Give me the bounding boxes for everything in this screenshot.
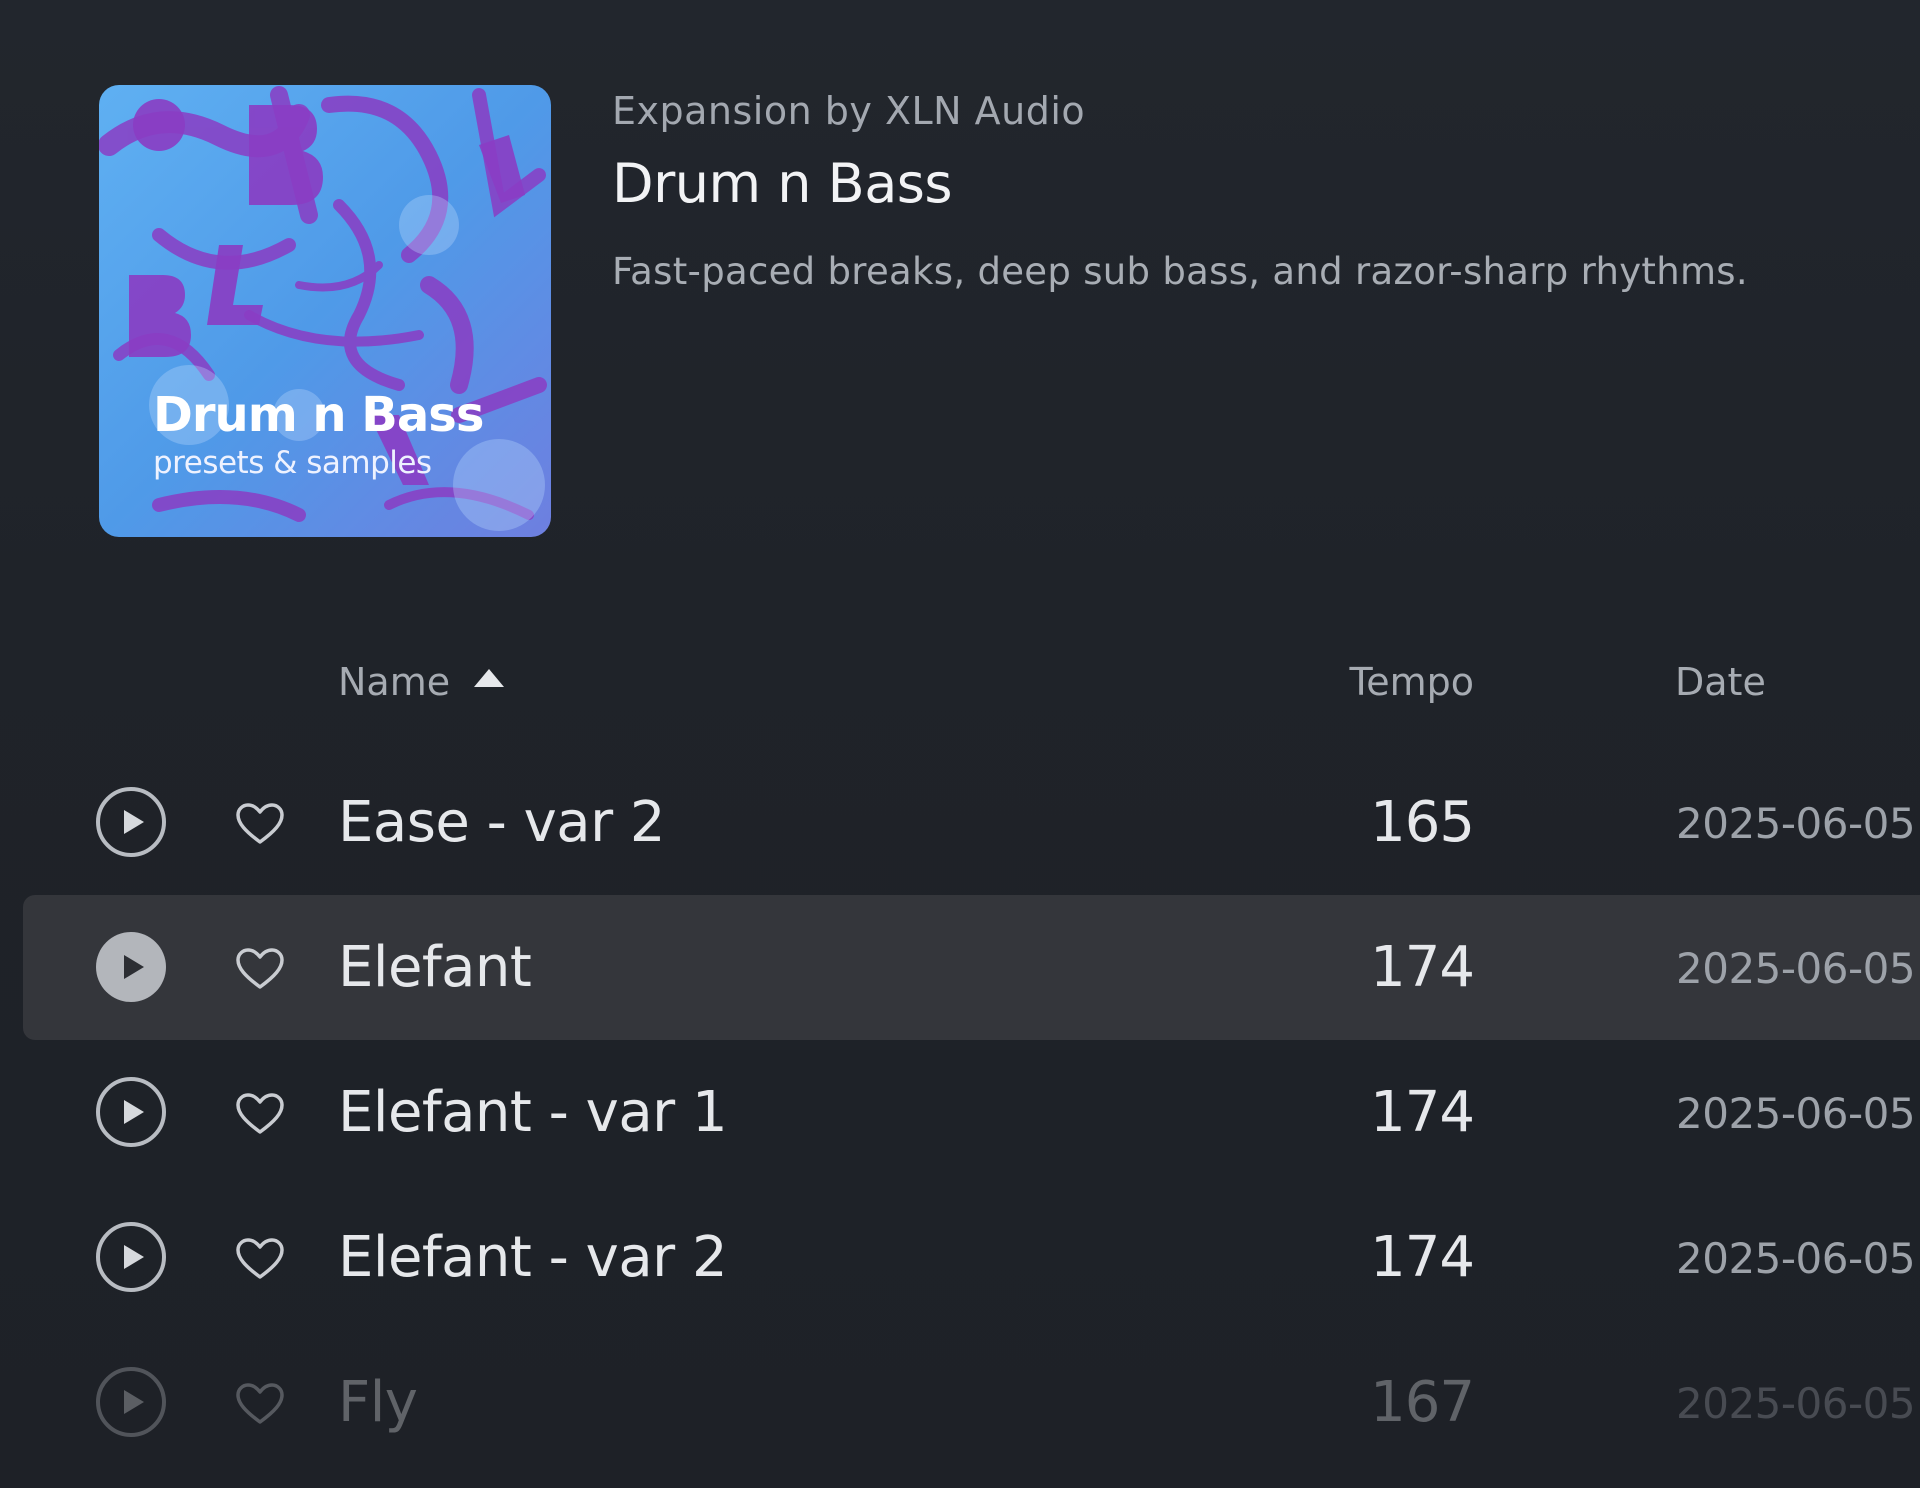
track-tempo: 174 bbox=[1370, 1225, 1475, 1290]
play-outline-icon[interactable] bbox=[95, 1366, 167, 1438]
artwork-title: Drum n Bass bbox=[153, 387, 484, 443]
table-row[interactable]: Elefant - var 2 174 2025-06-05 bbox=[0, 1185, 1920, 1330]
pack-title: Drum n Bass bbox=[612, 152, 953, 215]
track-tempo: 167 bbox=[1370, 1370, 1475, 1435]
track-name: Elefant bbox=[338, 935, 532, 1000]
pack-description: Fast-paced breaks, deep sub bass, and ra… bbox=[612, 250, 1748, 293]
play-outline-icon[interactable] bbox=[95, 1076, 167, 1148]
table-row-selected[interactable]: Elefant 174 2025-06-05 bbox=[23, 895, 1920, 1040]
table-row[interactable]: Elefant - var 1 174 2025-06-05 bbox=[0, 1040, 1920, 1185]
heart-outline-icon[interactable] bbox=[235, 947, 285, 991]
column-header-date[interactable]: Date bbox=[1675, 660, 1766, 704]
heart-outline-icon[interactable] bbox=[235, 1382, 285, 1426]
play-outline-icon[interactable] bbox=[95, 1221, 167, 1293]
track-date: 2025-06-05 bbox=[1676, 1234, 1916, 1283]
table-row[interactable]: Ease - var 2 165 2025-06-05 bbox=[0, 750, 1920, 895]
track-date: 2025-06-05 bbox=[1676, 1379, 1916, 1428]
track-name: Fly bbox=[338, 1370, 418, 1435]
track-date: 2025-06-05 bbox=[1676, 799, 1916, 848]
expansion-header: Drum n Bass presets & samples Expansion … bbox=[99, 85, 1859, 537]
heart-outline-icon[interactable] bbox=[235, 802, 285, 846]
track-date: 2025-06-05 bbox=[1676, 1089, 1916, 1138]
track-tempo: 174 bbox=[1370, 1080, 1475, 1145]
heart-outline-icon[interactable] bbox=[235, 1092, 285, 1136]
heart-outline-icon[interactable] bbox=[235, 1237, 285, 1281]
artwork-subtitle: presets & samples bbox=[153, 445, 432, 481]
track-tempo: 165 bbox=[1370, 790, 1475, 855]
column-header-name[interactable]: Name bbox=[338, 660, 505, 704]
track-date: 2025-06-05 bbox=[1676, 944, 1916, 993]
table-row[interactable]: Fly 167 2025-06-05 bbox=[0, 1330, 1920, 1475]
expansion-info: Expansion by XLN Audio Drum n Bass Fast-… bbox=[612, 85, 1852, 297]
expansion-artwork[interactable]: Drum n Bass presets & samples bbox=[99, 85, 551, 537]
track-name: Elefant - var 2 bbox=[338, 1225, 728, 1290]
column-name-label: Name bbox=[338, 660, 451, 704]
play-filled-icon[interactable] bbox=[95, 931, 167, 1003]
track-tempo: 174 bbox=[1370, 935, 1475, 1000]
publisher-label: Expansion by XLN Audio bbox=[612, 89, 1086, 133]
track-name: Elefant - var 1 bbox=[338, 1080, 728, 1145]
preset-list: Ease - var 2 165 2025-06-05 Elefant 174 … bbox=[0, 750, 1920, 1475]
track-name: Ease - var 2 bbox=[338, 790, 666, 855]
column-header: Name Tempo Date bbox=[0, 650, 1920, 720]
sort-ascending-icon bbox=[474, 669, 505, 687]
column-header-tempo[interactable]: Tempo bbox=[1349, 660, 1474, 704]
play-outline-icon[interactable] bbox=[95, 786, 167, 858]
